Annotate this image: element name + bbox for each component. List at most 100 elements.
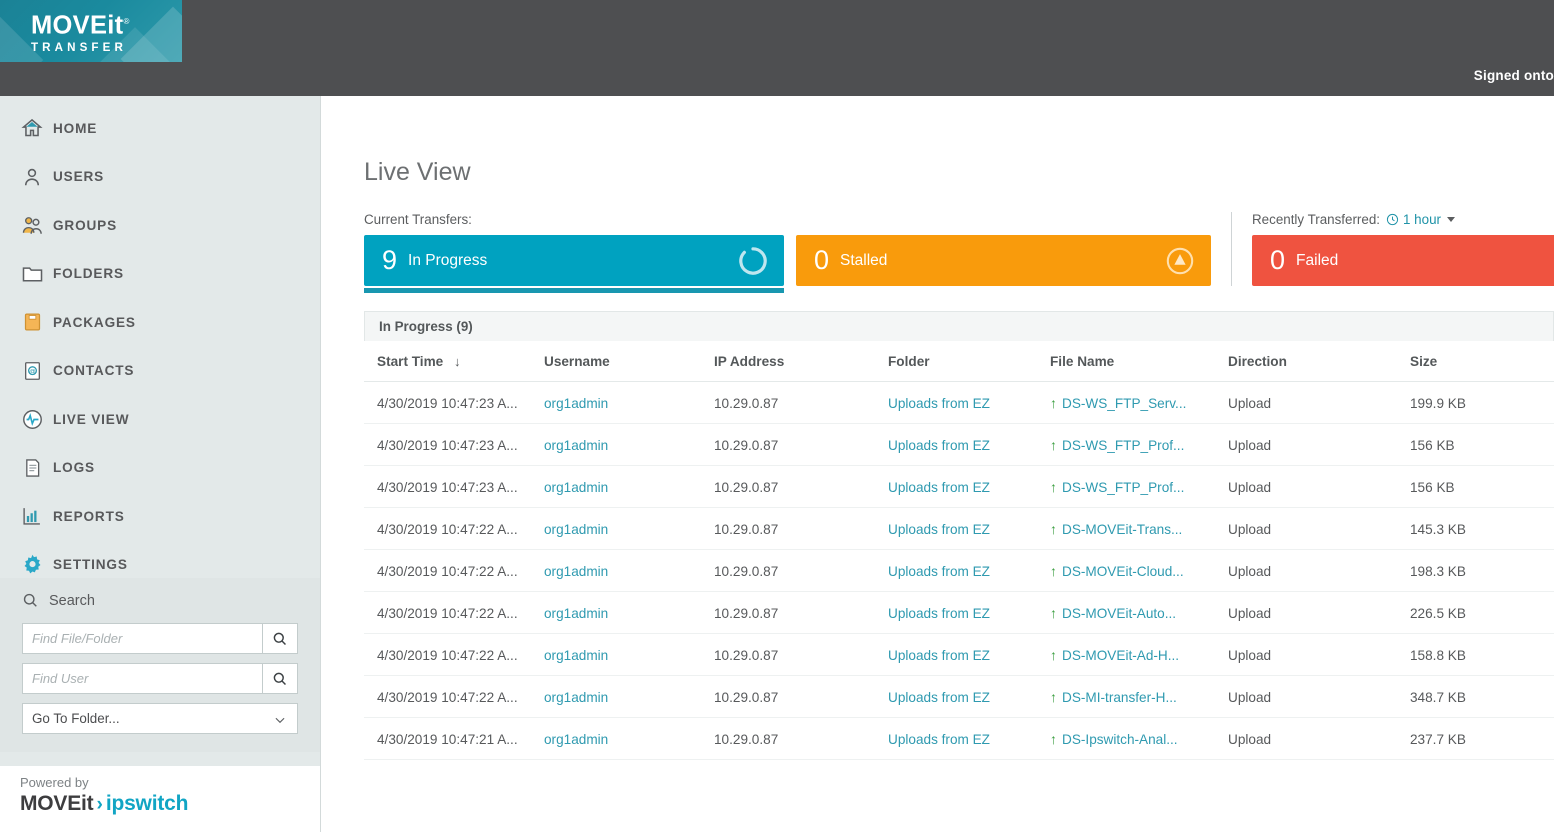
table-row[interactable]: 4/30/2019 10:47:23 A...org1admin10.29.0.… bbox=[364, 466, 1554, 508]
card-failed-count: 0 bbox=[1270, 247, 1285, 274]
transfer-summary-cards: Current Transfers: 9 In Progress 0 bbox=[364, 212, 1554, 286]
file-name-link[interactable]: DS-WS_FTP_Serv... bbox=[1062, 396, 1186, 411]
sidebar-item-label: USERS bbox=[53, 169, 104, 184]
username-link[interactable]: org1admin bbox=[544, 606, 608, 621]
card-stalled-label: Stalled bbox=[840, 252, 887, 270]
tab-in-progress[interactable]: In Progress (9) bbox=[364, 311, 1554, 341]
file-name-link[interactable]: DS-Ipswitch-Anal... bbox=[1062, 732, 1178, 747]
sidebar-item-label: PACKAGES bbox=[53, 315, 136, 330]
table-row[interactable]: 4/30/2019 10:47:22 A...org1admin10.29.0.… bbox=[364, 550, 1554, 592]
groups-icon bbox=[19, 212, 45, 238]
go-to-folder-select[interactable]: Go To Folder... bbox=[22, 703, 298, 734]
table-header: Start Time ↓ Username IP Address Folder … bbox=[364, 341, 1554, 382]
table-row[interactable]: 4/30/2019 10:47:23 A...org1admin10.29.0.… bbox=[364, 424, 1554, 466]
table-row[interactable]: 4/30/2019 10:47:22 A...org1admin10.29.0.… bbox=[364, 634, 1554, 676]
cell-ip-address: 10.29.0.87 bbox=[714, 382, 888, 424]
folder-link[interactable]: Uploads from EZ bbox=[888, 522, 990, 537]
upload-arrow-icon: ↑ bbox=[1050, 647, 1057, 663]
logo-product-edition: TRANSFER bbox=[31, 41, 130, 55]
file-name-link[interactable]: DS-MI-transfer-H... bbox=[1062, 690, 1177, 705]
folder-link[interactable]: Uploads from EZ bbox=[888, 396, 990, 411]
table-row[interactable]: 4/30/2019 10:47:22 A...org1admin10.29.0.… bbox=[364, 676, 1554, 718]
column-header-start-time[interactable]: Start Time ↓ bbox=[364, 341, 544, 382]
username-link[interactable]: org1admin bbox=[544, 438, 608, 453]
cell-file-name: ↑ DS-WS_FTP_Serv... bbox=[1050, 382, 1228, 424]
cell-direction: Upload bbox=[1228, 592, 1410, 634]
recently-transferred-label: Recently Transferred: 1 hour bbox=[1252, 212, 1554, 227]
sidebar-item-groups[interactable]: GROUPS bbox=[0, 201, 320, 250]
cell-direction: Upload bbox=[1228, 508, 1410, 550]
chevron-down-icon bbox=[273, 713, 287, 727]
column-header-direction[interactable]: Direction bbox=[1228, 341, 1410, 382]
cell-direction: Upload bbox=[1228, 382, 1410, 424]
upload-arrow-icon: ↑ bbox=[1050, 395, 1057, 411]
find-user-input[interactable] bbox=[23, 664, 262, 693]
file-name-link[interactable]: DS-WS_FTP_Prof... bbox=[1062, 438, 1184, 453]
cell-size: 198.3 KB bbox=[1410, 550, 1554, 592]
file-name-link[interactable]: DS-MOVEit-Auto... bbox=[1062, 606, 1176, 621]
cell-username: org1admin bbox=[544, 466, 714, 508]
username-link[interactable]: org1admin bbox=[544, 480, 608, 495]
home-icon bbox=[19, 115, 45, 141]
username-link[interactable]: org1admin bbox=[544, 732, 608, 747]
card-failed[interactable]: 0 Failed bbox=[1252, 235, 1554, 286]
folder-link[interactable]: Uploads from EZ bbox=[888, 732, 990, 747]
ipswitch-logo-arrow: › bbox=[96, 794, 102, 816]
username-link[interactable]: org1admin bbox=[544, 522, 608, 537]
table-row[interactable]: 4/30/2019 10:47:23 A...org1admin10.29.0.… bbox=[364, 382, 1554, 424]
column-header-folder[interactable]: Folder bbox=[888, 341, 1050, 382]
cell-size: 156 KB bbox=[1410, 466, 1554, 508]
folder-link[interactable]: Uploads from EZ bbox=[888, 606, 990, 621]
cell-folder: Uploads from EZ bbox=[888, 508, 1050, 550]
folder-link[interactable]: Uploads from EZ bbox=[888, 690, 990, 705]
sidebar-item-label: LIVE VIEW bbox=[53, 412, 129, 427]
moveit-transfer-logo[interactable]: MOVEit® TRANSFER bbox=[0, 0, 182, 62]
cell-size: 348.7 KB bbox=[1410, 676, 1554, 718]
find-file-folder-search-button[interactable] bbox=[262, 624, 297, 653]
package-icon bbox=[19, 309, 45, 335]
column-header-username[interactable]: Username bbox=[544, 341, 714, 382]
folder-link[interactable]: Uploads from EZ bbox=[888, 438, 990, 453]
column-header-file-name[interactable]: File Name bbox=[1050, 341, 1228, 382]
file-name-link[interactable]: DS-MOVEit-Trans... bbox=[1062, 522, 1182, 537]
sidebar-item-home[interactable]: HOME bbox=[0, 104, 320, 153]
folder-link[interactable]: Uploads from EZ bbox=[888, 564, 990, 579]
sidebar-item-reports[interactable]: REPORTS bbox=[0, 492, 320, 541]
sidebar-item-logs[interactable]: LOGS bbox=[0, 444, 320, 493]
table-row[interactable]: 4/30/2019 10:47:22 A...org1admin10.29.0.… bbox=[364, 592, 1554, 634]
username-link[interactable]: org1admin bbox=[544, 564, 608, 579]
chevron-down-icon[interactable] bbox=[1447, 217, 1455, 222]
page-title: Live View bbox=[364, 158, 471, 187]
sidebar-item-users[interactable]: USERS bbox=[0, 153, 320, 202]
cell-ip-address: 10.29.0.87 bbox=[714, 508, 888, 550]
username-link[interactable]: org1admin bbox=[544, 648, 608, 663]
username-link[interactable]: org1admin bbox=[544, 396, 608, 411]
file-name-link[interactable]: DS-WS_FTP_Prof... bbox=[1062, 480, 1184, 495]
find-user-search-button[interactable] bbox=[262, 664, 297, 693]
card-in-progress[interactable]: 9 In Progress bbox=[364, 235, 784, 286]
sidebar-item-live-view[interactable]: LIVE VIEW bbox=[0, 395, 320, 444]
transfers-table: Start Time ↓ Username IP Address Folder … bbox=[364, 341, 1554, 760]
file-name-link[interactable]: DS-MOVEit-Cloud... bbox=[1062, 564, 1184, 579]
table-row[interactable]: 4/30/2019 10:47:21 A...org1admin10.29.0.… bbox=[364, 718, 1554, 760]
cell-username: org1admin bbox=[544, 634, 714, 676]
recently-transferred-duration[interactable]: 1 hour bbox=[1403, 212, 1441, 227]
find-file-folder-input[interactable] bbox=[23, 624, 262, 653]
column-header-size[interactable]: Size bbox=[1410, 341, 1554, 382]
ipswitch-logo: MOVEit › ipswitch bbox=[20, 792, 300, 816]
column-header-ip-address[interactable]: IP Address bbox=[714, 341, 888, 382]
upload-arrow-icon: ↑ bbox=[1050, 437, 1057, 453]
folder-link[interactable]: Uploads from EZ bbox=[888, 480, 990, 495]
sidebar-item-contacts[interactable]: @ CONTACTS bbox=[0, 347, 320, 396]
cell-start-time: 4/30/2019 10:47:22 A... bbox=[364, 634, 544, 676]
sidebar-item-folders[interactable]: FOLDERS bbox=[0, 250, 320, 299]
sidebar-item-label: LOGS bbox=[53, 460, 95, 475]
folder-link[interactable]: Uploads from EZ bbox=[888, 648, 990, 663]
username-link[interactable]: org1admin bbox=[544, 690, 608, 705]
table-row[interactable]: 4/30/2019 10:47:22 A...org1admin10.29.0.… bbox=[364, 508, 1554, 550]
file-name-link[interactable]: DS-MOVEit-Ad-H... bbox=[1062, 648, 1179, 663]
card-stalled[interactable]: 0 Stalled bbox=[796, 235, 1211, 286]
sidebar-item-label: FOLDERS bbox=[53, 266, 124, 281]
live-view-icon bbox=[19, 406, 45, 432]
sidebar-item-packages[interactable]: PACKAGES bbox=[0, 298, 320, 347]
